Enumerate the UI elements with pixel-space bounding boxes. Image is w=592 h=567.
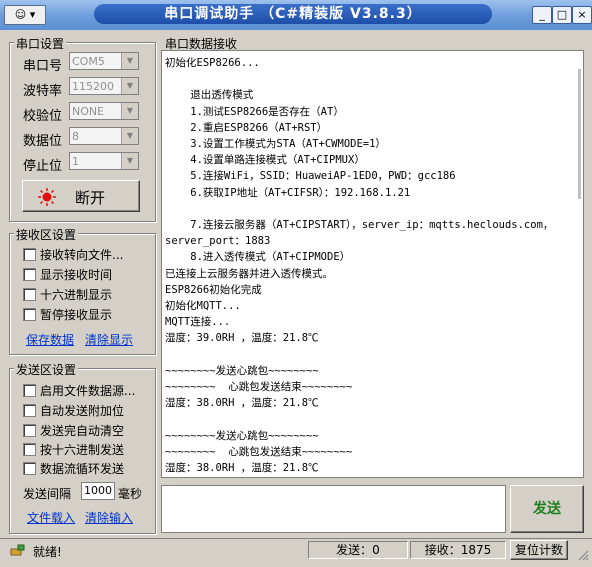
chevron-down-icon: ▼ bbox=[121, 53, 138, 69]
resize-grip-icon[interactable] bbox=[578, 550, 589, 561]
receive-line: 湿度：38.0RH ，温度：21.8℃ bbox=[165, 397, 319, 410]
receive-to-file-checkbox[interactable] bbox=[23, 248, 36, 261]
send-interval-label: 发送间隔 bbox=[23, 487, 72, 501]
receive-text: 初始化ESP8266... 退出透传模式 1.测试ESP8266是否存在（AT）… bbox=[165, 55, 559, 476]
send-interval-unit: 毫秒 bbox=[118, 487, 143, 501]
append-bits-label: 自动发送附加位 bbox=[40, 404, 125, 418]
connection-status-icon bbox=[10, 544, 25, 556]
system-menu-button[interactable]: ☺ ▾ bbox=[4, 5, 46, 25]
databits-select[interactable]: 8 ▼ bbox=[69, 127, 139, 145]
disconnect-button-label: 断开 bbox=[75, 189, 106, 207]
pause-display-label: 暂停接收显示 bbox=[40, 308, 113, 322]
port-value: COM5 bbox=[72, 55, 105, 68]
receive-textarea[interactable]: 初始化ESP8266... 退出透传模式 1.测试ESP8266是否存在（AT）… bbox=[161, 50, 584, 478]
receive-line: 4.设置单路连接模式（AT+CIPMUX） bbox=[165, 154, 365, 167]
title-bar: ☺ ▾ 串口调试助手 （C#精装版 V3.8.3） _ □ × bbox=[0, 0, 592, 30]
hex-display-label: 十六进制显示 bbox=[40, 288, 113, 302]
receive-line: 2.重启ESP8266（AT+RST） bbox=[165, 121, 328, 134]
baud-value: 115200 bbox=[72, 80, 114, 93]
receive-line: MQTT连接... bbox=[165, 316, 231, 329]
close-button[interactable]: × bbox=[572, 6, 592, 24]
pause-display-checkbox[interactable] bbox=[23, 308, 36, 321]
receive-line: 6.获取IP地址（AT+CIFSR）：192.168.1.21 bbox=[165, 186, 411, 199]
receive-line: 3.设置工作模式为STA（AT+CWMODE=1） bbox=[165, 138, 386, 151]
minimize-button[interactable]: _ bbox=[532, 6, 552, 24]
databits-value: 8 bbox=[72, 130, 79, 143]
chevron-down-icon: ▼ bbox=[121, 128, 138, 144]
receive-line: ~~~~~~~~发送心跳包~~~~~~~~ bbox=[165, 429, 319, 442]
hex-send-checkbox[interactable] bbox=[23, 443, 36, 456]
port-status-icon bbox=[38, 188, 56, 206]
send-interval-input[interactable]: 1000 bbox=[81, 482, 115, 500]
send-input[interactable] bbox=[161, 485, 506, 533]
loop-send-label: 数据流循环发送 bbox=[40, 462, 125, 476]
baud-label: 波特率 bbox=[23, 84, 63, 99]
parity-value: NONE bbox=[72, 105, 105, 118]
baud-select[interactable]: 115200 ▼ bbox=[69, 77, 139, 95]
receive-settings-label: 接收区设置 bbox=[14, 226, 79, 243]
hex-send-label: 按十六进制发送 bbox=[40, 443, 125, 457]
stopbits-label: 停止位 bbox=[23, 159, 63, 174]
maximize-button[interactable]: □ bbox=[552, 6, 572, 24]
reset-count-button[interactable]: 复位计数 bbox=[510, 540, 568, 560]
databits-label: 数据位 bbox=[23, 134, 63, 149]
receive-line: 初始化MQTT... bbox=[165, 300, 241, 313]
status-divider bbox=[0, 538, 592, 539]
stopbits-select[interactable]: 1 ▼ bbox=[69, 152, 139, 170]
port-label: 串口号 bbox=[23, 59, 63, 74]
file-source-checkbox[interactable] bbox=[23, 384, 36, 397]
disconnect-button[interactable]: 断开 bbox=[22, 180, 140, 212]
load-file-link[interactable]: 文件载入 bbox=[27, 509, 75, 526]
receive-line: 退出透传模式 bbox=[165, 89, 254, 102]
receive-line: ~~~~~~~~发送心跳包~~~~~~~~ bbox=[165, 364, 319, 377]
show-receive-time-label: 显示接收时间 bbox=[40, 268, 113, 282]
receive-line: 7.连接云服务器（AT+CIPSTART），server_ip：mqtts.he… bbox=[165, 219, 554, 232]
receive-line bbox=[165, 411, 559, 427]
clear-display-link[interactable]: 清除显示 bbox=[85, 331, 133, 348]
receive-to-file-label: 接收转向文件... bbox=[40, 248, 124, 262]
receive-line: 1.测试ESP8266是否存在（AT） bbox=[165, 105, 344, 118]
receive-line: server_port：1883 bbox=[165, 235, 271, 248]
show-receive-time-checkbox[interactable] bbox=[23, 268, 36, 281]
receive-line: ESP8266初始化完成 bbox=[165, 283, 262, 296]
chevron-down-icon: ▼ bbox=[121, 153, 138, 169]
port-select[interactable]: COM5 ▼ bbox=[69, 52, 139, 70]
receive-line: ~~~~~~~~ 心跳包发送结束~~~~~~~~ bbox=[165, 381, 353, 394]
chevron-down-icon: ▼ bbox=[121, 103, 138, 119]
receive-line: 5.连接WiFi，SSID：HuaweiAP-1ED0，PWD：gcc186 bbox=[165, 170, 456, 183]
loop-send-checkbox[interactable] bbox=[23, 462, 36, 475]
auto-clear-checkbox[interactable] bbox=[23, 424, 36, 437]
send-settings-label: 发送区设置 bbox=[14, 361, 79, 378]
receive-line: 湿度：39.0RH ，温度：21.8℃ bbox=[165, 332, 319, 345]
receive-line: ~~~~~~~~ 心跳包发送结束~~~~~~~~ bbox=[165, 445, 353, 458]
receive-line bbox=[165, 201, 559, 217]
receive-line bbox=[165, 347, 559, 363]
receive-line bbox=[165, 71, 559, 87]
auto-clear-label: 发送完自动清空 bbox=[40, 424, 125, 438]
receive-line: 湿度：38.0RH ，温度：21.8℃ bbox=[165, 462, 319, 475]
receive-line: 初始化ESP8266... bbox=[165, 57, 260, 69]
stopbits-value: 1 bbox=[72, 155, 79, 168]
status-ready-text: 就绪! bbox=[33, 545, 62, 559]
received-count: 接收：1875 bbox=[410, 541, 506, 559]
sent-count: 发送：0 bbox=[308, 541, 408, 559]
send-button[interactable]: 发送 bbox=[510, 485, 584, 533]
window-title: 串口调试助手 （C#精装版 V3.8.3） bbox=[94, 4, 492, 24]
serial-settings-label: 串口设置 bbox=[14, 35, 67, 52]
hex-display-checkbox[interactable] bbox=[23, 288, 36, 301]
vertical-scrollbar[interactable] bbox=[578, 69, 581, 199]
parity-label: 校验位 bbox=[23, 109, 63, 124]
clear-input-link[interactable]: 清除输入 bbox=[85, 509, 133, 526]
chevron-down-icon: ▼ bbox=[121, 78, 138, 94]
file-source-label: 启用文件数据源... bbox=[40, 384, 136, 398]
receive-line: 已连接上云服务器并进入透传模式。 bbox=[165, 267, 333, 280]
parity-select[interactable]: NONE ▼ bbox=[69, 102, 139, 120]
receive-line: 8.进入透传模式（AT+CIPMODE） bbox=[165, 251, 351, 264]
append-bits-checkbox[interactable] bbox=[23, 404, 36, 417]
save-data-link[interactable]: 保存数据 bbox=[26, 331, 74, 348]
